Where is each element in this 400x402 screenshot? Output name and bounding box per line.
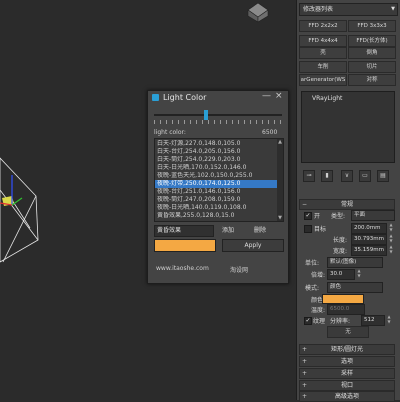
website-label: www.itaoshe.com bbox=[156, 265, 209, 272]
remove-modifier-icon[interactable]: ▭ bbox=[359, 170, 371, 182]
modifier-button[interactable]: 倒角 bbox=[348, 47, 396, 59]
length-field[interactable]: 30.793mm bbox=[351, 234, 387, 245]
multiplier-field[interactable]: 30.0 bbox=[327, 269, 355, 280]
rollout-title: 采样 bbox=[340, 370, 353, 377]
list-item-selected[interactable]: 夜晚-灯带,250.0,174.0,125.0 bbox=[155, 180, 277, 188]
light-color-label: light color: bbox=[154, 129, 186, 136]
modifier-button[interactable]: 切片 bbox=[348, 61, 396, 73]
rollout-title: 视口 bbox=[340, 382, 353, 389]
rollout-sampling[interactable]: + 采样 bbox=[299, 368, 395, 379]
stack-toolbar: ⊸ ▮ ∨ ▭ ▤ bbox=[301, 170, 393, 182]
light-color-value: 6500 bbox=[262, 129, 278, 136]
target-distance-field[interactable]: 200.0mm bbox=[351, 223, 387, 234]
slider-track bbox=[154, 114, 282, 116]
list-item[interactable]: 黄昏效果,255.0,128.0,15.0 bbox=[157, 212, 273, 220]
modifier-button[interactable]: 车削 bbox=[299, 61, 347, 73]
rollout-title: 常规 bbox=[340, 201, 353, 208]
apply-button[interactable]: Apply bbox=[222, 239, 284, 252]
modifier-list-label: 修改器列表 bbox=[303, 6, 334, 13]
slider-ticks bbox=[154, 120, 282, 124]
list-scrollbar[interactable]: ▲ ▼ bbox=[277, 139, 283, 221]
app-logo-icon bbox=[152, 94, 159, 101]
scroll-up-icon[interactable]: ▲ bbox=[277, 139, 283, 145]
texture-checkbox[interactable]: ✓ bbox=[304, 317, 312, 325]
rollout-options[interactable]: + 选项 bbox=[299, 356, 395, 367]
list-item[interactable]: 夜晚-筒灯,247.0,208.0,159.0 bbox=[157, 196, 273, 204]
length-label: 长度: bbox=[333, 237, 348, 244]
scroll-down-icon[interactable]: ▼ bbox=[277, 215, 283, 221]
rollout-title: 矩形/圆灯光 bbox=[330, 346, 364, 353]
command-panel: 修改器列表 ▼ FFD 2x2x2 FFD 3x3x3 FFD 4x4x4 FF… bbox=[296, 0, 400, 402]
modifier-stack[interactable]: VRayLight bbox=[301, 91, 395, 163]
minimize-button[interactable]: — bbox=[262, 91, 271, 101]
mode-label: 模式: bbox=[305, 285, 320, 292]
temperature-field[interactable]: 6500.0 bbox=[327, 304, 365, 315]
modifier-button[interactable]: FFD 4x4x4 bbox=[299, 35, 347, 47]
width-field[interactable]: 35.159mm bbox=[351, 245, 387, 256]
list-item[interactable]: 白天-筒灯,254.0,229.0,203.0 bbox=[157, 156, 273, 164]
mode-dropdown[interactable]: 颜色 bbox=[327, 282, 383, 293]
target-checkbox[interactable] bbox=[304, 225, 312, 233]
modifier-button[interactable]: FFD(长方体) bbox=[348, 35, 396, 47]
delete-button[interactable]: 删除 bbox=[254, 225, 266, 234]
list-item[interactable]: 夜晚-蓝色天光,102.0,150.0,255.0 bbox=[157, 172, 273, 180]
site-name-label: 淘设网 bbox=[230, 267, 249, 274]
rollout-params[interactable]: − 常规 bbox=[299, 199, 395, 210]
viewcube-icon bbox=[247, 2, 269, 23]
type-dropdown[interactable]: 平面 bbox=[351, 210, 395, 221]
configure-sets-icon[interactable]: ▤ bbox=[377, 170, 389, 182]
preset-name-field[interactable]: 黄昏效果 bbox=[154, 225, 214, 237]
modifier-button[interactable]: arGenerator(WS bbox=[299, 74, 347, 86]
spinner-icon[interactable]: ▲ ▼ bbox=[389, 244, 393, 254]
light-frustum-wireframe bbox=[0, 157, 39, 263]
list-item[interactable]: 白天-台灯,254.0,205.0,156.0 bbox=[157, 148, 273, 156]
gizmo-y-axis bbox=[11, 197, 23, 206]
resolution-field[interactable]: 512 bbox=[361, 315, 385, 326]
units-dropdown[interactable]: 默认(图像) bbox=[327, 257, 383, 268]
show-end-result-icon[interactable]: ▮ bbox=[321, 170, 333, 182]
target-label: 目标 bbox=[314, 226, 327, 233]
on-checkbox[interactable]: ✓ bbox=[304, 212, 312, 220]
light-color-dialog: Light Color — × light color: 6500 白天-灯源,… bbox=[147, 90, 289, 284]
stack-item-vraylight[interactable]: VRayLight bbox=[312, 95, 342, 102]
list-item[interactable]: 白天-日光晒,170.0,152.0,146.0 bbox=[157, 164, 273, 172]
rollout-rect-light[interactable]: + 矩形/圆灯光 bbox=[299, 344, 395, 355]
modifier-list-dropdown[interactable]: 修改器列表 ▼ bbox=[299, 3, 398, 16]
light-color-swatch[interactable] bbox=[322, 294, 364, 304]
close-button[interactable]: × bbox=[275, 91, 283, 101]
color-swatch[interactable] bbox=[154, 239, 216, 252]
rollout-viewport[interactable]: + 视口 bbox=[299, 380, 395, 391]
slider-thumb[interactable] bbox=[203, 110, 208, 120]
modifier-button[interactable]: 壳 bbox=[299, 47, 347, 59]
rollout-advanced[interactable]: + 高级选项 bbox=[299, 391, 395, 402]
width-label: 宽度: bbox=[333, 248, 348, 255]
multiplier-label: 倍增: bbox=[311, 272, 326, 279]
type-label: 类型: bbox=[331, 213, 346, 220]
dialog-titlebar[interactable]: Light Color — × bbox=[148, 91, 288, 104]
add-button[interactable]: 添加 bbox=[222, 225, 234, 234]
units-label: 单位: bbox=[305, 260, 320, 267]
texture-map-button[interactable]: 无 bbox=[327, 326, 369, 338]
dialog-title: Light Color bbox=[163, 93, 207, 102]
spinner-icon[interactable]: ▲ ▼ bbox=[357, 268, 361, 278]
modifier-button[interactable]: FFD 2x2x2 bbox=[299, 20, 347, 32]
chevron-down-icon: ▼ bbox=[391, 6, 395, 12]
make-unique-icon[interactable]: ∨ bbox=[341, 170, 353, 182]
list-item[interactable]: 白天-灯源,227.0,148.0,105.0 bbox=[157, 140, 273, 148]
spinner-icon[interactable]: ▲ ▼ bbox=[389, 222, 393, 232]
spinner-icon[interactable]: ▲ ▼ bbox=[387, 314, 391, 324]
list-item[interactable]: 夜晚-日光晒,140.0,119.0,108.0 bbox=[157, 204, 273, 212]
preset-list[interactable]: 白天-灯源,227.0,148.0,105.0 白天-台灯,254.0,205.… bbox=[154, 138, 284, 222]
modifier-button[interactable]: FFD 3x3x3 bbox=[348, 20, 396, 32]
rollout-title: 选项 bbox=[340, 358, 353, 365]
modifier-button[interactable]: 对称 bbox=[348, 74, 396, 86]
temperature-label: 温度: bbox=[311, 307, 326, 314]
spinner-icon[interactable]: ▲ ▼ bbox=[389, 233, 393, 243]
resolution-label: 分辨率: bbox=[330, 318, 351, 325]
pin-stack-icon[interactable]: ⊸ bbox=[303, 170, 315, 182]
list-item[interactable]: 夜晚-台灯,251.0,146.0,156.0 bbox=[157, 188, 273, 196]
on-label: 开 bbox=[314, 213, 321, 220]
texture-label: 纹理 bbox=[313, 318, 326, 325]
